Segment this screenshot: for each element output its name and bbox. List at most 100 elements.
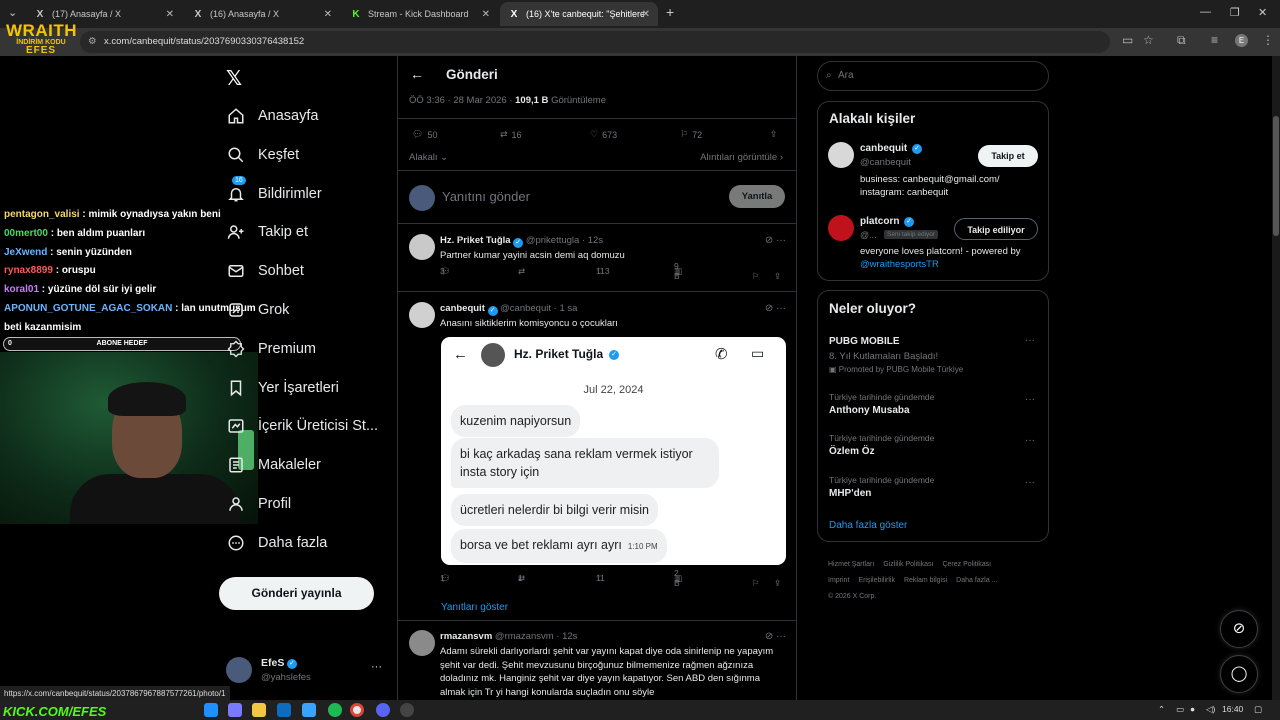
tray-chevron-icon[interactable]: ⌃ <box>1158 704 1165 715</box>
bookmark-icon[interactable]: ⚐ <box>752 271 760 282</box>
tab-2[interactable]: X (16) Anasayfa / X ✕ <box>184 2 340 26</box>
tab-3[interactable]: K Stream - Kick Dashboard ✕ <box>342 2 498 26</box>
following-button[interactable]: Takip ediliyor <box>954 218 1038 240</box>
nav-follow[interactable]: Takip et <box>226 217 308 247</box>
app-icon[interactable] <box>302 703 316 717</box>
grok-and-more-icons[interactable]: ⊘ ··· <box>765 235 786 246</box>
edge-icon[interactable] <box>204 703 218 717</box>
attached-photo[interactable]: ← Hz. Priket Tuğla ✓ ✆ ▭ Jul 22, 2024 ku… <box>441 337 786 565</box>
share-icon[interactable]: ⇪ <box>774 578 781 589</box>
close-icon[interactable]: ✕ <box>642 9 650 20</box>
nav-more[interactable]: Daha fazla <box>226 528 327 558</box>
grok-and-more-icons[interactable]: ⊘ ··· <box>765 631 786 642</box>
reply-count[interactable]: 💬︎ 50 <box>412 129 437 140</box>
x-logo-icon[interactable]: 𝕏 <box>226 66 242 91</box>
nav-profile[interactable]: Profil <box>226 489 291 519</box>
trend-item[interactable]: Türkiye tarihinde gündemde MHP'den ··· <box>829 475 1041 499</box>
view-quotes-link[interactable]: Alıntıları görüntüle › <box>700 152 783 163</box>
window-close-icon[interactable]: ✕ <box>1258 6 1267 19</box>
app-icon[interactable] <box>228 703 242 717</box>
promoted-trend[interactable]: PUBG MOBILE 8. Yıl Kutlamaları Başladı! … <box>829 333 1041 374</box>
obs-icon[interactable] <box>400 703 414 717</box>
bio-link[interactable]: @wraithesportsTR <box>860 259 939 270</box>
footer-link[interactable]: Çerez Politikası <box>942 561 991 568</box>
site-info-icon[interactable]: ⚙ <box>88 31 97 53</box>
maximize-icon[interactable]: ❐ <box>1230 6 1240 19</box>
messages-fab-icon[interactable]: ◯ <box>1220 655 1258 693</box>
more-dots-icon[interactable]: ··· <box>1025 435 1035 446</box>
more-dots-icon[interactable]: ··· <box>1025 394 1035 405</box>
reading-list-icon[interactable]: ≡ <box>1211 33 1218 47</box>
nav-creator-studio[interactable]: İçerik Üreticisi St... <box>226 411 378 441</box>
sort-dropdown[interactable]: Alakalı ⌄ <box>409 152 448 163</box>
tab-search-icon[interactable]: ⌄ <box>8 6 17 19</box>
tab-4-active[interactable]: X (16) X'te canbequit: "Şehitlere i... ✕ <box>500 2 658 26</box>
bookmark-icon[interactable]: ⚐ <box>752 578 760 589</box>
footer-link[interactable]: Erişilebilirlik <box>858 577 895 584</box>
share-icon[interactable]: ⇪ <box>770 129 778 140</box>
star-icon[interactable]: ☆ <box>1143 33 1154 47</box>
extensions-icon[interactable]: ⧉ <box>1177 33 1186 48</box>
grok-fab-icon[interactable]: ⊘ <box>1220 610 1258 648</box>
scrollbar-thumb[interactable] <box>1273 116 1279 236</box>
reply-tweet[interactable]: Hz. Priket Tuğla ✓ @prikettugla · 12s ⊘ … <box>398 224 796 292</box>
reply-input[interactable]: Yanıtını gönder <box>442 189 530 204</box>
nav-articles[interactable]: Makaleler <box>226 450 321 480</box>
url-field[interactable]: ⚙ x.com/canbequit/status/203769033037643… <box>80 31 1110 53</box>
tab-strip: ⌄ X (17) Anasayfa / X ✕ X (16) Anasayfa … <box>0 0 1280 28</box>
nav-explore[interactable]: Keşfet <box>226 140 299 170</box>
share-icon[interactable]: ⇪ <box>774 271 781 282</box>
footer-link[interactable]: Gizlilik Politikası <box>883 561 933 568</box>
nav-bookmarks[interactable]: Yer İşaretleri <box>226 373 339 403</box>
footer-link[interactable]: Imprint <box>828 577 849 584</box>
nav-home[interactable]: Anasayfa <box>226 101 318 131</box>
browser-menu-icon[interactable]: ⋮ <box>1262 33 1274 47</box>
more-dots-icon[interactable]: ··· <box>371 661 382 673</box>
grok-and-more-icons[interactable]: ⊘ ··· <box>765 303 786 314</box>
footer-link[interactable]: Daha fazla ... <box>956 577 997 584</box>
nav-label: Premium <box>258 341 317 357</box>
nav-premium[interactable]: Premium <box>226 334 316 364</box>
chat-separator: : <box>47 227 57 239</box>
dm-text: insta story için <box>460 465 540 479</box>
network-icon[interactable]: ▭ <box>1176 704 1184 715</box>
close-icon[interactable]: ✕ <box>166 9 174 20</box>
more-dots-icon[interactable]: ··· <box>1025 477 1035 488</box>
discord-icon[interactable] <box>376 703 390 717</box>
scrollbar[interactable] <box>1272 56 1280 704</box>
back-arrow-icon[interactable]: ← <box>410 66 424 82</box>
show-replies-link[interactable]: Yanıtları göster <box>441 602 508 613</box>
folder-icon[interactable] <box>252 703 266 717</box>
profile-icon[interactable]: E <box>1235 34 1248 47</box>
bio-text: everyone loves platcorn! - powered by <box>860 246 1021 257</box>
volume-icon[interactable]: ◁) <box>1206 704 1215 715</box>
new-tab-icon[interactable]: + <box>666 4 674 20</box>
footer-link[interactable]: Hizmet Şartları <box>828 561 874 568</box>
mic-icon[interactable]: ● <box>1190 704 1195 714</box>
follow-button[interactable]: Takip et <box>978 145 1038 167</box>
chrome-icon[interactable] <box>350 703 364 717</box>
reply-button[interactable]: Yanıtla <box>729 185 785 208</box>
show-more-link[interactable]: Daha fazla göster <box>829 520 907 531</box>
trend-item[interactable]: Türkiye tarihinde gündemde Anthony Musab… <box>829 392 1041 416</box>
minimize-icon[interactable]: — <box>1200 6 1211 18</box>
footer-link[interactable]: Reklam bilgisi <box>904 577 947 584</box>
nav-notifications[interactable]: 16 Bildirimler <box>226 176 322 209</box>
nav-messages[interactable]: Sohbet <box>226 256 304 286</box>
spotify-icon[interactable] <box>328 703 342 717</box>
notification-icon[interactable]: ▢ <box>1254 704 1262 715</box>
cast-icon[interactable]: ▭ <box>1122 33 1133 47</box>
search-input[interactable]: ⌕ Ara <box>817 61 1049 91</box>
trend-item[interactable]: Türkiye tarihinde gündemde Özlem Öz ··· <box>829 433 1041 457</box>
repost-count[interactable]: ⇄ 16 <box>500 129 522 140</box>
outlook-icon[interactable] <box>277 703 291 717</box>
like-count[interactable]: ♡ 673 <box>590 129 617 140</box>
close-icon[interactable]: ✕ <box>324 9 332 20</box>
nav-grok[interactable]: Grok <box>226 295 289 325</box>
bookmark-count[interactable]: ⚐ 72 <box>680 129 702 140</box>
post-button[interactable]: Gönderi yayınla <box>219 577 374 610</box>
trend-title: MHP'den <box>829 488 872 499</box>
nav-label: İçerik Üreticisi St... <box>258 418 379 434</box>
close-icon[interactable]: ✕ <box>482 9 490 20</box>
more-dots-icon[interactable]: ··· <box>1025 335 1035 346</box>
